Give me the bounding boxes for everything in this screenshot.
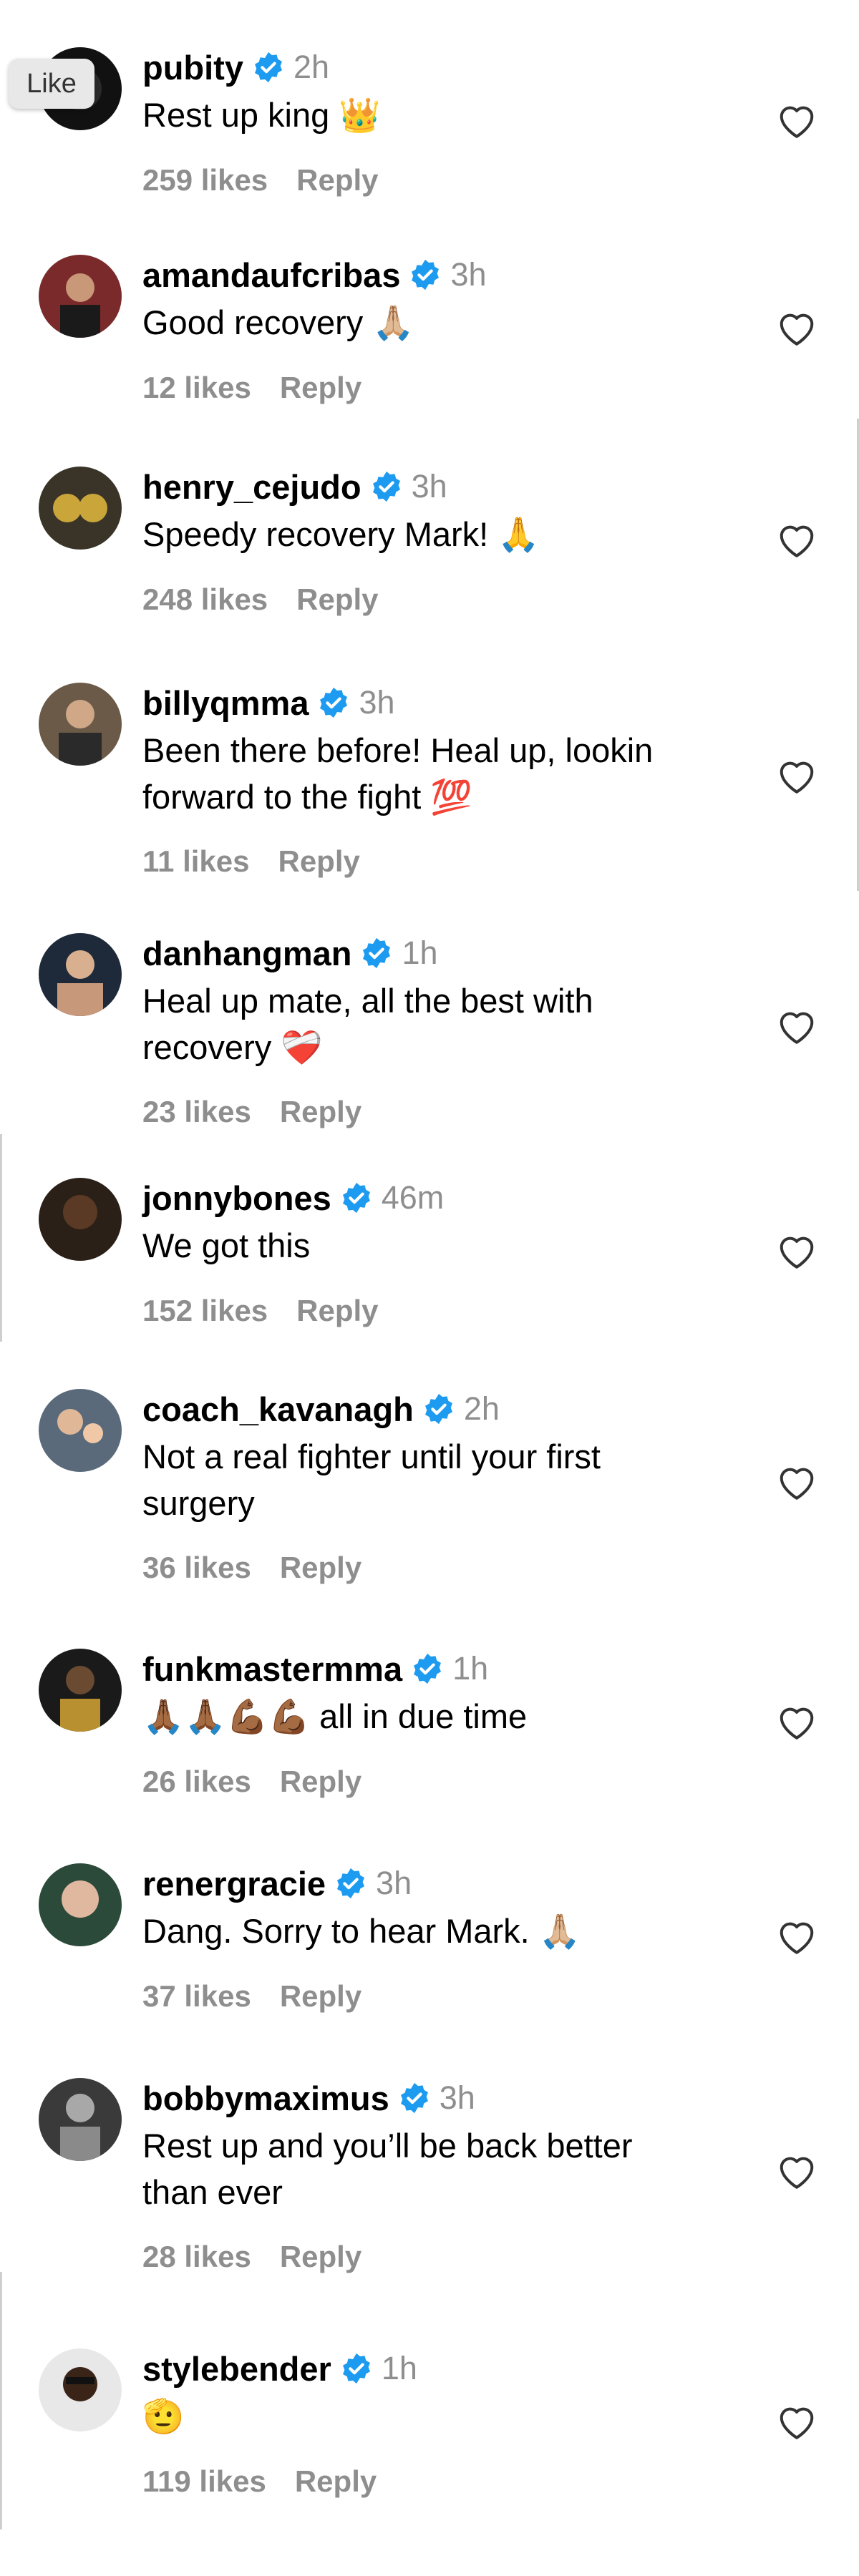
verified-badge-icon (409, 258, 442, 291)
heart-icon[interactable] (775, 99, 818, 140)
verified-badge-icon (317, 686, 350, 719)
timestamp: 3h (439, 2079, 475, 2116)
emoji: 🫡 (142, 2397, 185, 2436)
username[interactable]: pubity (142, 48, 243, 87)
timestamp: 3h (376, 1865, 412, 1901)
like-count[interactable]: 23 likes (142, 1095, 251, 1129)
timestamp: 1h (402, 935, 438, 971)
username[interactable]: coach_kavanagh (142, 1390, 414, 1429)
avatar[interactable] (39, 1863, 122, 1946)
verified-badge-icon (411, 1652, 444, 1685)
avatar[interactable] (39, 2348, 122, 2431)
reply-button[interactable]: Reply (296, 163, 378, 197)
like-count[interactable]: 11 likes (142, 844, 249, 879)
reply-button[interactable]: Reply (296, 582, 378, 617)
scroll-edge-left-lower (0, 2272, 2, 2529)
verified-badge-icon (340, 2352, 373, 2385)
username[interactable]: renergracie (142, 1864, 326, 1903)
heart-icon[interactable] (775, 1916, 818, 1956)
scroll-edge-left (0, 1134, 2, 1342)
like-count[interactable]: 152 likes (142, 1294, 268, 1328)
comment-text: 🫡 (142, 2393, 772, 2440)
like-tooltip: Like (9, 59, 94, 109)
comment-text: Speedy recovery Mark! 🙏 (142, 515, 540, 555)
heart-icon[interactable] (775, 519, 818, 559)
verified-badge-icon (340, 1181, 373, 1214)
timestamp: 2h (293, 49, 330, 85)
comment-text: We got this (142, 1226, 311, 1264)
username[interactable]: billyqmma (142, 683, 309, 723)
heart-icon[interactable] (775, 1230, 818, 1270)
emoji: 🙏 (498, 515, 540, 555)
username[interactable]: amandaufcribas (142, 255, 400, 295)
verified-badge-icon (398, 2082, 431, 2114)
heart-icon[interactable] (775, 2150, 818, 2190)
heart-icon[interactable] (775, 2401, 818, 2441)
like-count[interactable]: 28 likes (142, 2240, 251, 2274)
comment-text: Rest up king 👑 (142, 96, 381, 135)
verified-badge-icon (334, 1867, 367, 1900)
verified-badge-icon (360, 937, 393, 970)
comment-text: Rest up and you’ll be back better than e… (142, 2127, 633, 2211)
username[interactable]: stylebender (142, 2349, 331, 2389)
emoji: 🙏🏾🙏🏾💪🏾💪🏾 (142, 1697, 311, 1737)
emoji: ❤️‍🩹 (281, 1028, 323, 1068)
comment-text: Not a real fighter until your first surg… (142, 1438, 601, 1522)
avatar[interactable] (39, 2078, 122, 2161)
like-count[interactable]: 26 likes (142, 1765, 251, 1799)
reply-button[interactable]: Reply (280, 1979, 361, 2014)
timestamp: 2h (463, 1390, 500, 1427)
heart-icon[interactable] (775, 1461, 818, 1501)
comment-text: Been there before! Heal up, lookin forwa… (142, 731, 654, 817)
timestamp: 1h (381, 2350, 417, 2386)
username[interactable]: henry_cejudo (142, 467, 361, 507)
heart-icon[interactable] (775, 307, 818, 347)
username[interactable]: danhangman (142, 934, 351, 973)
timestamp: 3h (450, 256, 487, 293)
username[interactable]: funkmastermma (142, 1649, 402, 1689)
reply-button[interactable]: Reply (280, 1551, 361, 1585)
reply-button[interactable]: Reply (280, 371, 361, 405)
reply-button[interactable]: Reply (296, 1294, 378, 1328)
emoji: 💯 (430, 778, 472, 817)
timestamp: 46m (381, 1179, 445, 1216)
avatar[interactable] (39, 255, 122, 338)
heart-icon[interactable] (775, 1701, 818, 1741)
like-count[interactable]: 248 likes (142, 582, 268, 617)
heart-icon[interactable] (775, 755, 818, 795)
timestamp: 3h (359, 684, 395, 721)
like-count[interactable]: 36 likes (142, 1551, 251, 1585)
avatar[interactable] (39, 1178, 122, 1261)
heart-icon[interactable] (775, 1005, 818, 1045)
like-count[interactable]: 119 likes (142, 2464, 266, 2499)
verified-badge-icon (422, 1392, 455, 1425)
reply-button[interactable]: Reply (280, 2240, 361, 2274)
timestamp: 1h (452, 1650, 489, 1687)
reply-button[interactable]: Reply (278, 844, 359, 879)
reply-button[interactable]: Reply (295, 2464, 377, 2499)
verified-badge-icon (370, 470, 403, 503)
emoji: 👑 (339, 96, 381, 135)
like-count[interactable]: 12 likes (142, 371, 251, 405)
comment-text: Heal up mate, all the best with recovery… (142, 982, 593, 1068)
reply-button[interactable]: Reply (280, 1095, 361, 1129)
comment-text: Good recovery 🙏🏼 (142, 303, 414, 343)
verified-badge-icon (252, 51, 285, 84)
avatar[interactable] (39, 467, 122, 550)
avatar[interactable] (39, 683, 122, 766)
like-count[interactable]: 37 likes (142, 1979, 251, 2014)
timestamp: 3h (411, 468, 447, 504)
reply-button[interactable]: Reply (280, 1765, 361, 1799)
emoji: 🙏🏼 (372, 303, 414, 343)
like-count[interactable]: 259 likes (142, 163, 268, 197)
avatar[interactable] (39, 1649, 122, 1732)
username[interactable]: bobbymaximus (142, 2079, 389, 2118)
comment-text: Dang. Sorry to hear Mark. 🙏🏼 (142, 1912, 581, 1951)
avatar[interactable] (39, 1389, 122, 1472)
emoji: 🙏🏼 (538, 1912, 581, 1951)
avatar[interactable] (39, 933, 122, 1016)
username[interactable]: jonnybones (142, 1179, 331, 1218)
comment-text: 🙏🏾🙏🏾💪🏾💪🏾 all in due time (142, 1697, 528, 1737)
